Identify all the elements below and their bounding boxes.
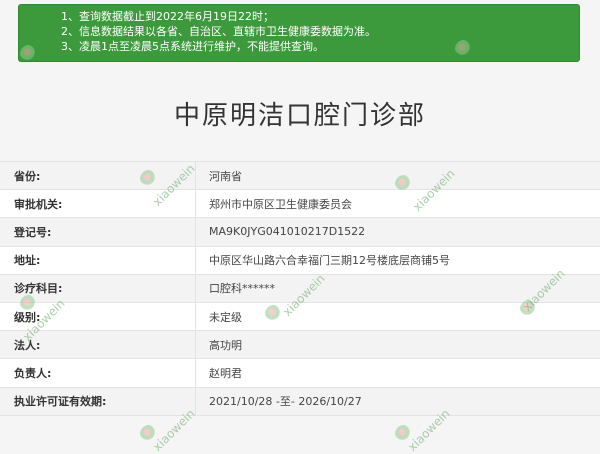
details-label: 法人: (14, 338, 41, 352)
details-row-legal-person: 法人: 高功明 (0, 331, 600, 360)
details-value: 中原区华山路六合幸福门三期12号楼底层商铺5号 (195, 246, 600, 274)
details-label: 级别: (14, 310, 41, 324)
details-row-province: 省份: 河南省 (0, 162, 600, 191)
details-row-manager: 负责人: 赵明君 (0, 359, 600, 388)
details-value: 2021/10/28 -至- 2026/10/27 (195, 387, 600, 415)
details-label: 地址: (14, 254, 41, 268)
details-value: 郑州市中原区卫生健康委员会 (195, 190, 600, 218)
details-label: 负责人: (14, 366, 52, 380)
details-row-level: 级别: 未定级 (0, 302, 600, 332)
details-value: 赵明君 (195, 359, 600, 387)
details-label: 执业许可证有效期: (14, 395, 107, 409)
details-row-subjects: 诊疗科目: 口腔科****** (0, 274, 600, 303)
details-row-address: 地址: 中原区华山路六合幸福门三期12号楼底层商铺5号 (0, 246, 600, 275)
notice-line-1: 1、查询数据截止到2022年6月19日22时； (61, 10, 274, 23)
details-value: MA9K0JYG041010217D1522 (195, 218, 600, 246)
details-value: 高功明 (195, 331, 600, 359)
details-label: 审批机关: (14, 197, 63, 211)
details-row-authority: 审批机关: 郑州市中原区卫生健康委员会 (0, 190, 600, 219)
clinic-title: 中原明洁口腔门诊部 (173, 101, 426, 131)
details-value: 未定级 (195, 302, 600, 331)
details-value: 口腔科****** (195, 274, 600, 302)
details-row-registration: 登记号: MA9K0JYG041010217D1522 (0, 218, 600, 247)
notice-banner: 1、查询数据截止到2022年6月19日22时； 2、信息数据结果以各省、自治区、… (18, 4, 580, 62)
watermark-logo-icon (395, 425, 413, 443)
notice-line-2: 2、信息数据结果以各省、自治区、直辖市卫生健康委数据为准。 (61, 25, 376, 38)
details-value: 河南省 (195, 162, 600, 190)
details-label: 登记号: (14, 225, 52, 239)
watermark-logo-icon (140, 425, 158, 443)
notice-line-3: 3、凌晨1点至凌晨5点系统进行维护，不能提供查询。 (61, 40, 324, 53)
details-label: 省份: (14, 169, 41, 183)
details-table: 省份: 河南省 审批机关: 郑州市中原区卫生健康委员会 登记号: MA9K0JY… (0, 161, 600, 416)
details-row-license-validity: 执业许可证有效期: 2021/10/28 -至- 2026/10/27 (0, 387, 600, 416)
details-label: 诊疗科目: (14, 282, 63, 296)
